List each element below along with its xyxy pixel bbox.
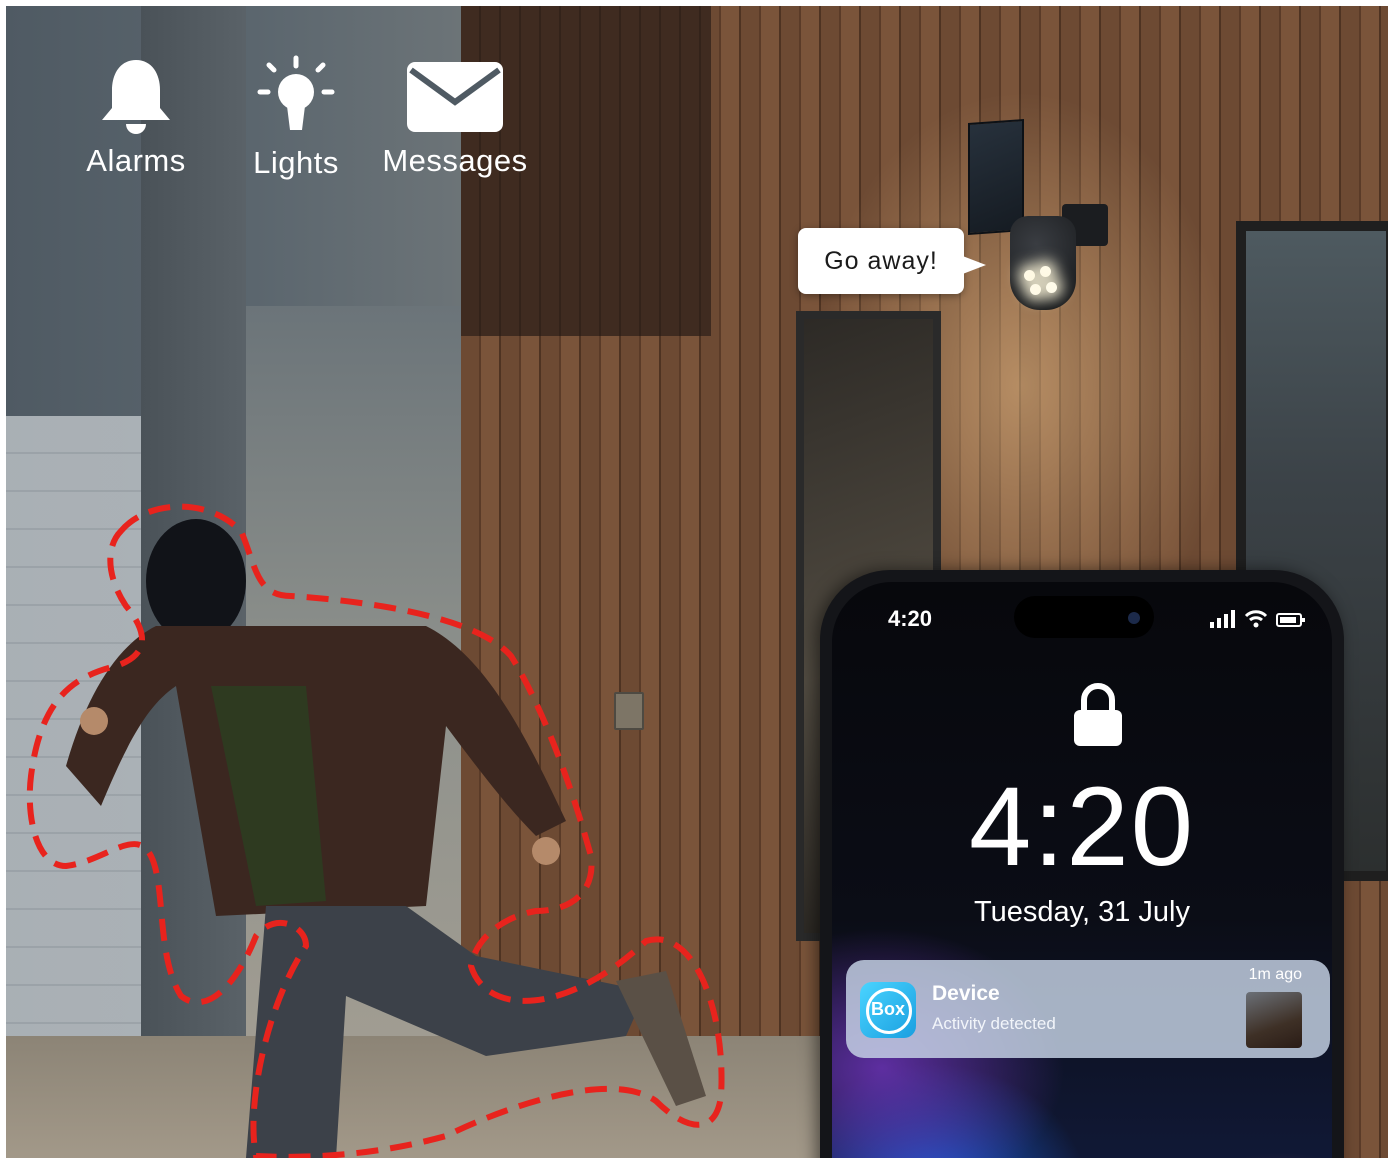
- lock-screen: 4:20 4:20 Tuesday, 31 July Box Device Ac…: [832, 582, 1332, 1158]
- feature-lights: Lights: [226, 54, 366, 181]
- shoe: [616, 971, 706, 1106]
- notification-time: 1m ago: [1248, 966, 1302, 983]
- speech-bubble: Go away!: [798, 228, 964, 294]
- app-icon: Box: [860, 982, 916, 1038]
- feature-label: Messages: [382, 143, 528, 178]
- notification-card[interactable]: Box Device Activity detected 1m ago: [846, 960, 1330, 1058]
- feature-alarms: Alarms: [66, 54, 206, 179]
- feature-label: Lights: [253, 145, 339, 180]
- front-camera: [1128, 612, 1140, 624]
- app-icon-text: Box: [870, 999, 905, 1019]
- camera-light: [1024, 270, 1035, 281]
- lightbulb-icon: [257, 55, 335, 130]
- lock-screen-clock: 4:20: [969, 764, 1195, 889]
- balaclava-head: [146, 519, 246, 643]
- scene: Alarms Lights Messages Go away! 4:20 4:2…: [6, 6, 1388, 1158]
- speech-bubble-tail: [960, 255, 986, 275]
- feature-messages: Messages: [382, 58, 528, 179]
- intruder-body: [66, 519, 706, 1158]
- status-icons: [1210, 610, 1306, 628]
- camera-light: [1040, 266, 1051, 277]
- bell-icon: [102, 60, 170, 134]
- camera-light: [1030, 284, 1041, 295]
- notification-body: Activity detected: [932, 1014, 1056, 1033]
- envelope-icon: [407, 62, 503, 132]
- wifi-icon: [1244, 610, 1268, 628]
- notification-title: Device: [932, 982, 1000, 1005]
- battery-icon: [1276, 613, 1305, 627]
- smartphone: 4:20 4:20 Tuesday, 31 July Box Device Ac…: [820, 570, 1344, 1158]
- hand: [532, 837, 560, 865]
- camera-body: [1010, 216, 1076, 310]
- status-bar-time: 4:20: [888, 606, 933, 631]
- camera-light: [1046, 282, 1057, 293]
- lock-screen-date: Tuesday, 31 July: [974, 896, 1190, 928]
- feature-label: Alarms: [86, 143, 186, 178]
- lock-icon: [1074, 683, 1122, 746]
- signal-icon: [1210, 610, 1235, 628]
- notification-thumbnail: [1246, 992, 1302, 1048]
- security-camera: [1010, 204, 1108, 314]
- speech-bubble-text: Go away!: [824, 246, 938, 275]
- hand: [80, 707, 108, 735]
